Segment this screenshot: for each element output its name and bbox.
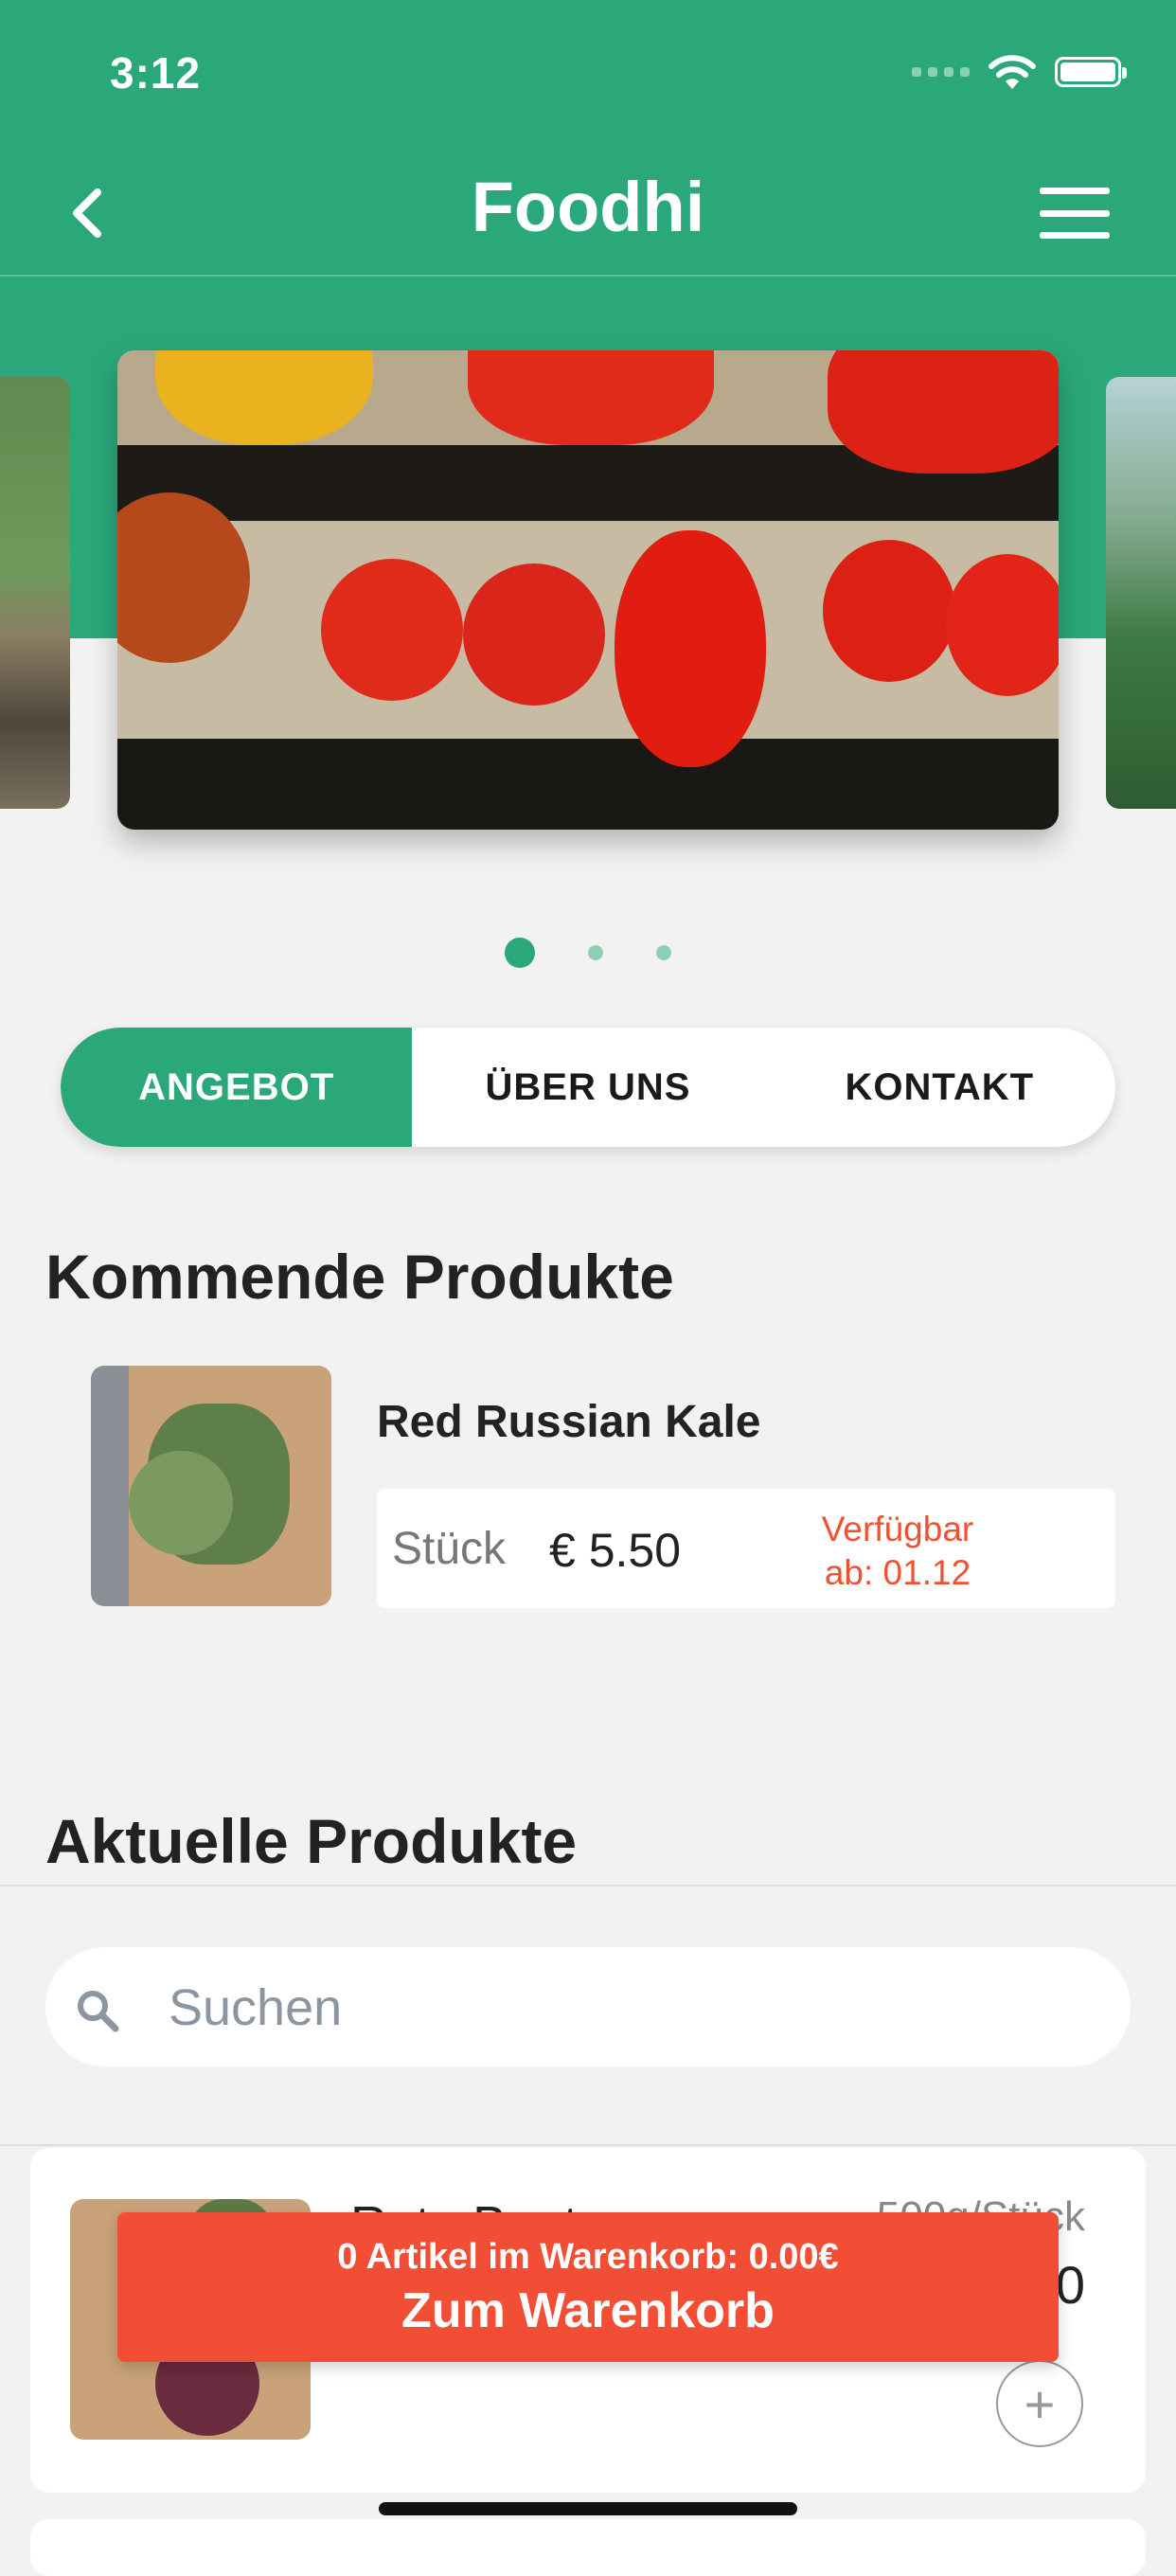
plus-icon: + xyxy=(1024,2373,1056,2434)
tab-kontakt[interactable]: KONTAKT xyxy=(764,1028,1115,1147)
carousel-slide-next[interactable] xyxy=(1106,377,1176,809)
carousel-slide-image[interactable] xyxy=(117,350,1059,830)
navigation-bar: Foodhi xyxy=(0,152,1176,277)
upcoming-product-unit: Stück xyxy=(392,1524,507,1574)
carousel-dot-2[interactable] xyxy=(588,945,603,960)
battery-icon xyxy=(1055,57,1127,87)
wifi-icon xyxy=(989,55,1036,89)
tab-bar: ANGEBOT ÜBER UNS KONTAKT xyxy=(61,1028,1115,1147)
carousel-dot-3[interactable] xyxy=(656,945,671,960)
tab-ueber-uns[interactable]: ÜBER UNS xyxy=(412,1028,763,1147)
tab-angebot[interactable]: ANGEBOT xyxy=(61,1028,413,1147)
menu-button[interactable] xyxy=(1040,188,1110,239)
list-divider xyxy=(0,2144,1176,2146)
signal-icon xyxy=(912,67,970,77)
status-icons xyxy=(912,53,1127,91)
search-input[interactable] xyxy=(167,1947,1079,2068)
upcoming-price-box: Stück € 5.50 Verfügbar ab: 01.12 xyxy=(377,1489,1115,1608)
status-time: 3:12 xyxy=(110,48,202,98)
product-card-next[interactable] xyxy=(30,2519,1146,2576)
search-bar xyxy=(45,1947,1131,2068)
availability-line-2: ab: 01.12 xyxy=(824,1553,971,1592)
current-section-title: Aktuelle Produkte xyxy=(45,1806,578,1876)
cart-summary: 0 Artikel im Warenkorb: 0.00€ xyxy=(337,2237,839,2277)
upcoming-product-price: € 5.50 xyxy=(549,1524,682,1577)
search-icon xyxy=(78,1991,119,2032)
app-title: Foodhi xyxy=(471,168,705,246)
carousel-slide-previous[interactable] xyxy=(0,377,70,809)
hamburger-icon xyxy=(1040,188,1110,194)
section-divider xyxy=(0,1885,1176,1887)
availability-line-1: Verfügbar xyxy=(821,1510,974,1548)
availability-label: Verfügbar ab: 01.12 xyxy=(784,1508,1011,1595)
home-indicator[interactable] xyxy=(379,2502,797,2515)
upcoming-product-name: Red Russian Kale xyxy=(377,1397,761,1447)
cart-button-label: Zum Warenkorb xyxy=(401,2283,775,2338)
upcoming-section-title: Kommende Produkte xyxy=(45,1242,674,1312)
cart-button[interactable]: 0 Artikel im Warenkorb: 0.00€ Zum Warenk… xyxy=(117,2212,1059,2362)
add-to-cart-button[interactable]: + xyxy=(996,2360,1083,2447)
upcoming-product-image[interactable] xyxy=(91,1366,331,1606)
carousel-dot-1[interactable] xyxy=(505,938,535,968)
carousel-pagination xyxy=(0,938,1176,968)
